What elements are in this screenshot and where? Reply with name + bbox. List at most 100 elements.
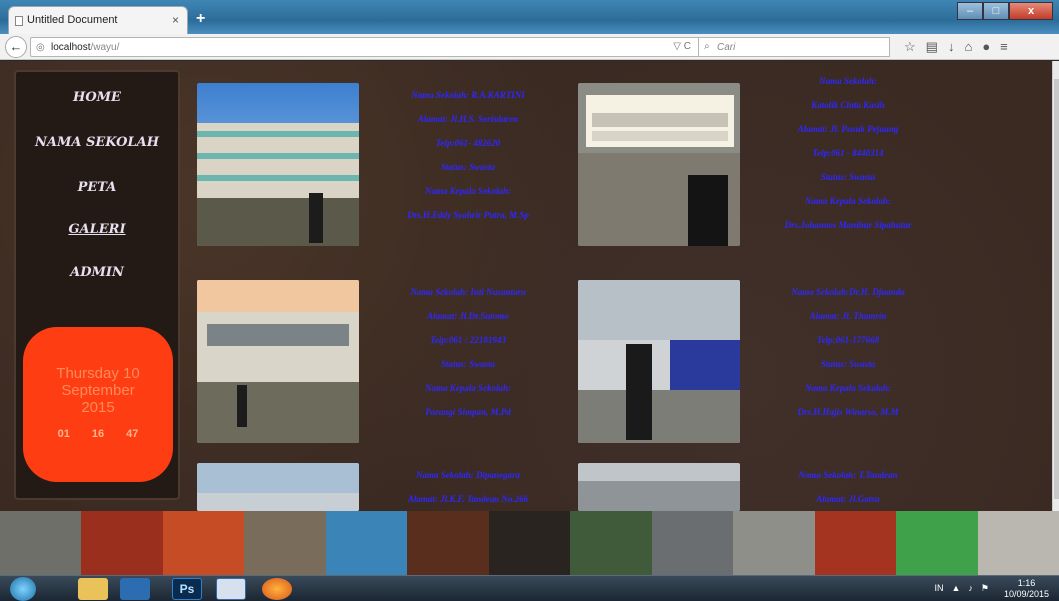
school-info-cinta-kasih: Nama Sekolah: Katolik Cinta Kasih Alamat… — [748, 69, 948, 237]
url-host: localhost — [51, 42, 91, 53]
clock-month: September — [61, 382, 135, 399]
school-photo-tandean[interactable] — [578, 463, 740, 511]
sidebar-item-nama-sekolah[interactable]: NAMA SEKOLAH — [16, 135, 178, 150]
school-principal-label: Nama Kepala Sekolah: — [804, 196, 891, 206]
navigation-toolbar: ← ◎ localhost/wayu/ ▽ C ⌕ Cari ☆ ▤ ↓ ⌂ ●… — [0, 34, 1059, 60]
school-phone: Telp:061 - 8440314 — [812, 148, 884, 158]
date-clock-widget: Thursday 10 September 2015 01 16 47 — [23, 327, 173, 482]
school-photo-dipanegara[interactable] — [197, 463, 359, 511]
school-phone: Telp:061-177668 — [816, 335, 880, 345]
search-icon: ⌕ — [704, 41, 710, 52]
document-icon — [15, 16, 23, 26]
sidebar-item-home[interactable]: HOME — [16, 90, 178, 105]
school-status: Status: Swasta — [440, 359, 496, 369]
sidebar-item-admin[interactable]: ADMIN — [16, 265, 178, 280]
minimize-button[interactable]: – — [957, 2, 983, 20]
clock-minutes: 16 — [91, 428, 105, 440]
sidebar-nav: HOME NAMA SEKOLAH PETA GALERI ADMIN Thur… — [14, 70, 180, 500]
window-titlebar: Untitled Document × + – □ x — [0, 0, 1059, 34]
taskbar-date: 10/09/2015 — [1003, 589, 1049, 599]
school-name-label: Nama Sekolah: — [819, 76, 877, 86]
school-name: Nama Sekolah: Dipanegara — [415, 470, 520, 480]
close-window-button[interactable]: x — [1009, 2, 1053, 20]
school-address: Alamat: Jl.Dr.Sutomo — [427, 311, 509, 321]
bookmark-star-icon[interactable]: ☆ — [904, 39, 916, 55]
menu-icon[interactable]: ≡ — [1000, 39, 1008, 55]
windows-taskbar: Ps IN ▲ ♪ ⚑ 1:16 10/09/2015 — [0, 575, 1059, 601]
school-address: Alamat: Jl.H.S. Serisdaren — [417, 114, 519, 124]
media-player-taskbar-icon[interactable] — [120, 578, 150, 600]
back-button[interactable]: ← — [5, 36, 27, 58]
photoshop-taskbar-icon[interactable]: Ps — [172, 578, 202, 600]
school-principal: Drs.H.Eddy Syahrir Putra, M.Sp — [407, 210, 529, 220]
new-tab-button[interactable]: + — [196, 10, 205, 28]
school-name: Nama Sekolah: Inti Nusantara — [410, 287, 526, 297]
hello-chat-icon[interactable]: ● — [982, 39, 990, 55]
explorer-taskbar-icon[interactable] — [78, 578, 108, 600]
school-address: Alamat: Jl. Pusuk Pejuang — [797, 124, 899, 134]
school-info-tandean: Nama Sekolah: T.Tandean Alamat: Jl.Gatsu — [748, 463, 948, 511]
page-content: HOME NAMA SEKOLAH PETA GALERI ADMIN Thur… — [0, 61, 1052, 511]
school-status: Status: Swasta — [440, 162, 496, 172]
desktop-wallpaper-strip — [0, 511, 1059, 575]
network-icon[interactable]: ▲ — [952, 583, 961, 594]
window-controls: – □ x — [957, 2, 1053, 20]
taskbar-clock[interactable]: 1:16 10/09/2015 — [1004, 578, 1049, 600]
school-principal-label: Nama Kepala Sekolah: — [424, 186, 511, 196]
school-address: Alamat: Jl.K.F. Tandean No.266 — [407, 494, 529, 504]
close-tab-icon[interactable]: × — [172, 13, 179, 27]
reload-icon[interactable]: ▽ C — [673, 41, 691, 52]
maximize-button[interactable]: □ — [983, 2, 1009, 20]
url-path: /wayu/ — [90, 42, 120, 53]
home-icon[interactable]: ⌂ — [964, 39, 972, 55]
school-address: Alamat: Jl.Gatsu — [816, 494, 880, 504]
school-info-djuanda: Nama Sekolah:Dr.H. Djuanda Alamat: Jl. T… — [748, 280, 948, 424]
download-icon[interactable]: ↓ — [948, 39, 955, 55]
school-photo-djuanda[interactable] — [578, 280, 740, 443]
scrollbar-thumb[interactable] — [1054, 79, 1059, 499]
school-photo-cinta-kasih[interactable] — [578, 83, 740, 246]
school-info-kartini: Nama Sekolah: R.A.KARTINI Alamat: Jl.H.S… — [368, 83, 568, 227]
address-bar[interactable]: ◎ localhost/wayu/ ▽ C — [30, 37, 700, 57]
school-phone: Telp:061 : 22181943 — [430, 335, 506, 345]
school-status: Status: Swasta — [820, 359, 876, 369]
taskbar-time: 1:16 — [1017, 578, 1036, 588]
start-button[interactable] — [10, 577, 36, 601]
school-name: Nama Sekolah:Dr.H. Djuanda — [791, 287, 905, 297]
flag-icon[interactable]: ⚑ — [981, 583, 989, 594]
clock-time: 01 16 47 — [23, 426, 173, 443]
tab-title: Untitled Document — [27, 14, 118, 26]
word-taskbar-icon[interactable] — [216, 578, 246, 600]
school-principal-label: Nama Kepala Sekolah: — [804, 383, 891, 393]
volume-icon[interactable]: ♪ — [968, 583, 973, 594]
school-principal: Drs.Johannes Manihur Sipahutar — [784, 220, 912, 230]
globe-icon: ◎ — [36, 42, 45, 53]
search-input[interactable]: ⌕ Cari — [698, 37, 890, 57]
toolbar-icons: ☆ ▤ ↓ ⌂ ● ≡ — [904, 39, 1008, 55]
browser-tab[interactable]: Untitled Document × — [8, 6, 188, 34]
sidebar-item-galeri[interactable]: GALERI — [16, 222, 178, 237]
school-photo-inti-nusantara[interactable] — [197, 280, 359, 443]
school-photo-kartini[interactable] — [197, 83, 359, 246]
clock-day: Thursday 10 — [56, 365, 140, 382]
clock-seconds: 47 — [126, 428, 139, 440]
school-principal: Drs.H.Hajis Winarso, M.M — [797, 407, 899, 417]
school-name: Nama Sekolah: T.Tandean — [798, 470, 898, 480]
school-info-inti-nusantara: Nama Sekolah: Inti Nusantara Alamat: Jl.… — [368, 280, 568, 424]
school-phone: Telp:061- 482620 — [435, 138, 501, 148]
clock-year: 2015 — [81, 399, 115, 416]
language-indicator[interactable]: IN — [935, 583, 944, 594]
firefox-taskbar-icon[interactable] — [262, 578, 292, 600]
school-name: Katolik Cinta Kasih — [811, 100, 885, 110]
school-name: Nama Sekolah: R.A.KARTINI — [411, 90, 525, 100]
clock-hours: 01 — [57, 428, 70, 440]
system-tray: IN ▲ ♪ ⚑ — [935, 583, 990, 594]
school-address: Alamat: Jl. Thamrin — [809, 311, 887, 321]
school-status: Status: Swasta — [820, 172, 876, 182]
school-info-dipanegara: Nama Sekolah: Dipanegara Alamat: Jl.K.F.… — [368, 463, 568, 511]
sidebar-item-peta[interactable]: PETA — [16, 180, 178, 195]
school-principal: Parangi Simpan, M.Pd — [425, 407, 511, 417]
vertical-scrollbar[interactable] — [1052, 61, 1059, 511]
school-principal-label: Nama Kepala Sekolah: — [424, 383, 511, 393]
bookmarks-list-icon[interactable]: ▤ — [926, 39, 938, 55]
